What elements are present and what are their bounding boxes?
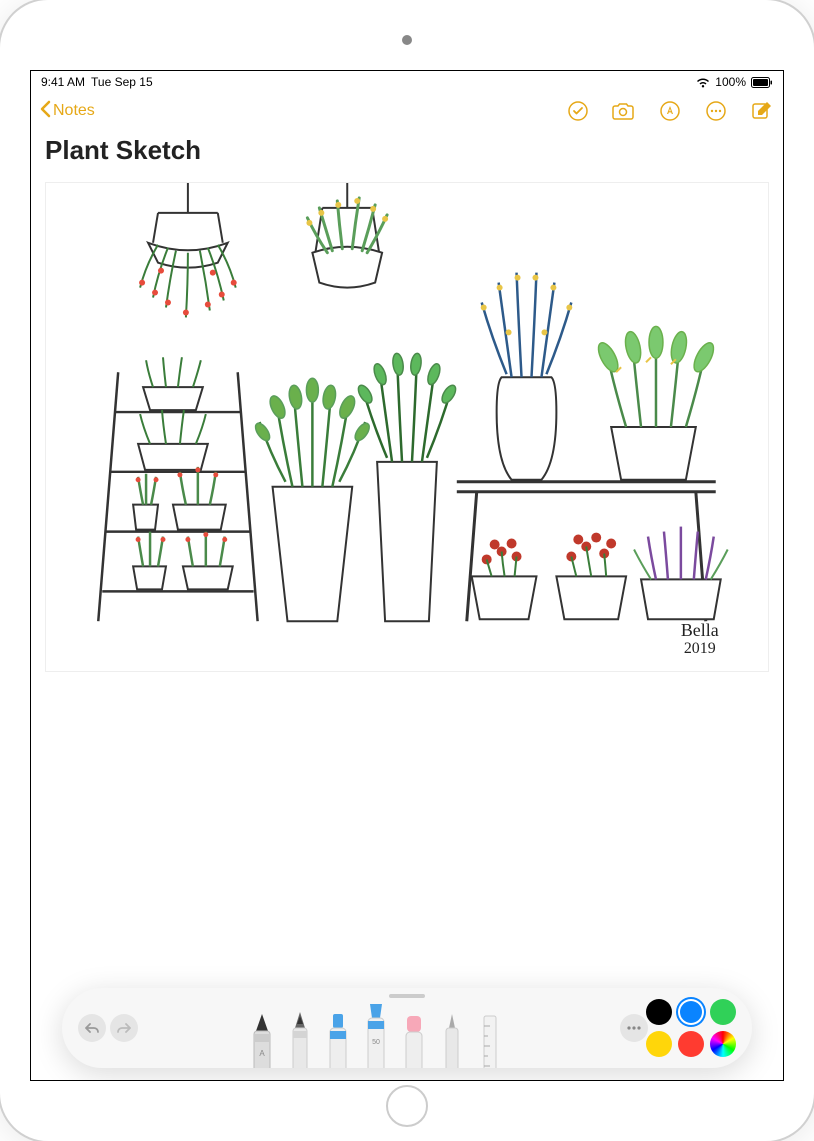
ipad-frame: 9:41 AM Tue Sep 15 100% Notes	[0, 0, 814, 1141]
svg-text:A: A	[259, 1049, 265, 1058]
status-bar: 9:41 AM Tue Sep 15 100%	[31, 71, 783, 91]
pen-tool[interactable]: A	[246, 1006, 278, 1068]
marker-tool[interactable]	[322, 1006, 354, 1068]
eraser-tool[interactable]	[398, 1006, 430, 1068]
color-palette	[614, 999, 736, 1057]
color-black[interactable]	[646, 999, 672, 1025]
color-green[interactable]	[710, 999, 736, 1025]
lasso-tool[interactable]	[436, 1006, 468, 1068]
front-camera	[402, 35, 412, 45]
chevron-left-icon	[39, 100, 51, 123]
pencil-tool[interactable]	[284, 1006, 316, 1068]
undo-button[interactable]	[78, 1014, 106, 1042]
drawing-canvas[interactable]: Bella 2019	[45, 182, 769, 672]
svg-text:50: 50	[372, 1039, 380, 1046]
status-time: 9:41 AM	[41, 75, 85, 89]
back-button[interactable]: Notes	[39, 100, 95, 123]
checklist-button[interactable]	[565, 98, 591, 124]
redo-button[interactable]	[110, 1014, 138, 1042]
compose-button[interactable]	[749, 98, 775, 124]
home-button[interactable]	[386, 1085, 428, 1127]
toolbar-grab-handle[interactable]	[389, 994, 425, 998]
more-button[interactable]	[703, 98, 729, 124]
nav-bar: Notes	[31, 91, 783, 131]
color-yellow[interactable]	[646, 1031, 672, 1057]
status-date: Tue Sep 15	[91, 75, 153, 89]
toolbar-more-button[interactable]	[620, 1014, 648, 1042]
battery-percent: 100%	[715, 75, 746, 89]
camera-button[interactable]	[611, 98, 637, 124]
ruler-tool[interactable]	[474, 1006, 506, 1068]
markup-toolbar: A 50	[62, 988, 752, 1068]
plant-sketch-drawing: Bella 2019	[46, 183, 768, 671]
color-red[interactable]	[678, 1031, 704, 1057]
note-title[interactable]: Plant Sketch	[31, 131, 783, 174]
signature-year: 2019	[684, 640, 716, 657]
signature-name: Bella	[681, 620, 719, 640]
highlighter-tool[interactable]: 50	[360, 996, 392, 1068]
battery-icon	[751, 77, 773, 88]
color-blue[interactable]	[678, 999, 704, 1025]
color-picker-button[interactable]	[710, 1031, 736, 1057]
screen: 9:41 AM Tue Sep 15 100% Notes	[30, 70, 784, 1081]
back-label: Notes	[53, 102, 95, 120]
markup-button[interactable]	[657, 98, 683, 124]
wifi-icon	[696, 77, 710, 88]
